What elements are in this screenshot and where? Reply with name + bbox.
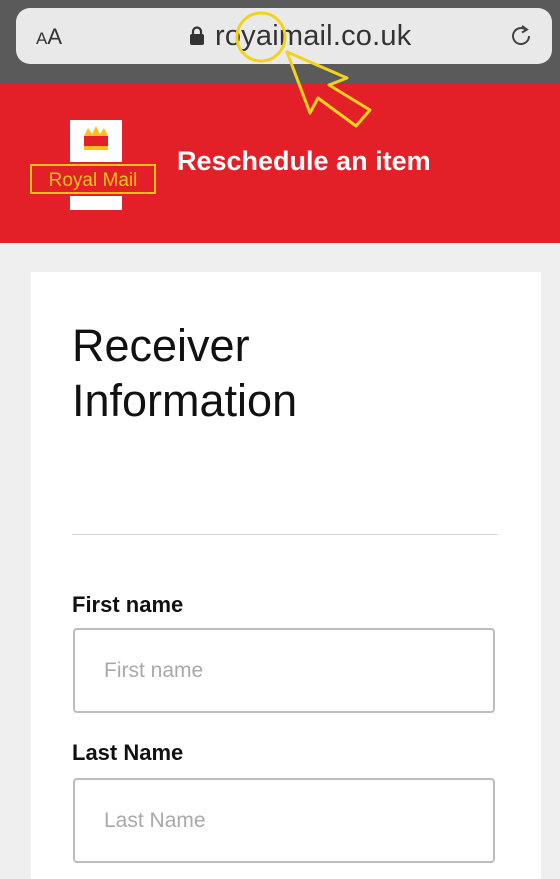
last-name-label: Last Name (72, 740, 184, 765)
logo-wordmark: Royal Mail (30, 164, 156, 194)
crown-icon (84, 126, 108, 150)
text-size-button[interactable]: AA (36, 24, 62, 50)
royal-mail-logo[interactable]: Royal Mail (30, 120, 160, 210)
site-header: Royal Mail Reschedule an item (0, 83, 560, 243)
url-field[interactable]: royaimail.co.uk (189, 20, 411, 52)
reload-icon[interactable] (508, 23, 534, 49)
last-name-input[interactable] (73, 778, 495, 863)
browser-toolbar: AA royaimail.co.uk (0, 0, 560, 83)
first-name-input[interactable] (73, 628, 495, 713)
first-name-label: First name (72, 592, 184, 617)
lock-icon (190, 26, 204, 45)
form-title: Receiver Information (72, 320, 298, 426)
divider (72, 534, 498, 535)
header-title: Reschedule an item (177, 146, 431, 176)
address-bar[interactable]: AA royaimail.co.uk (16, 8, 552, 64)
url-text: royaimail.co.uk (215, 19, 412, 52)
form-card: Receiver Information First name Last Nam… (31, 272, 541, 879)
